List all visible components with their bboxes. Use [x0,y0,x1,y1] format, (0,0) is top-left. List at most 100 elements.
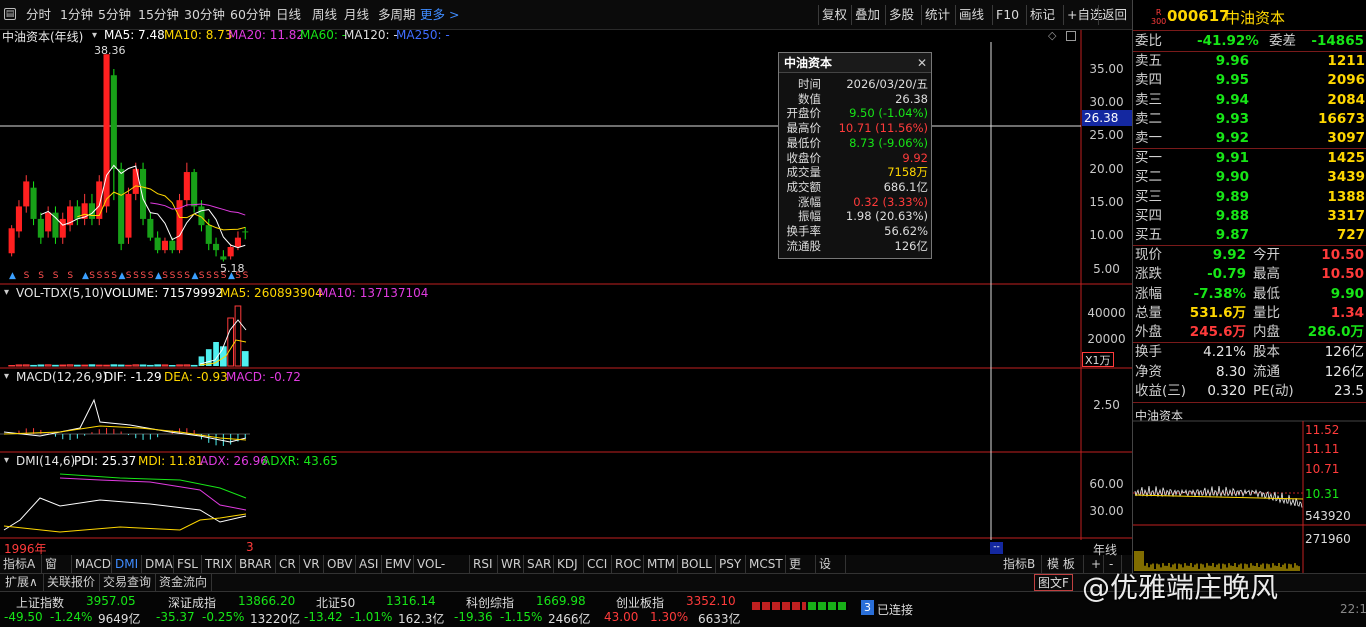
period-tab[interactable]: 15分钟 [138,6,179,24]
period-tab[interactable]: 月线 [344,6,369,24]
indicator-tab[interactable]: RSI [470,555,498,573]
orderbook-row[interactable]: 卖四 9.95 2096 [1133,71,1366,90]
orderbook-price: 9.96 [1215,53,1249,69]
toolbar-button[interactable]: 画线 [959,6,984,24]
indicator-right-tab[interactable]: 指标B [1000,555,1042,573]
period-tab[interactable]: 1分钟 [60,6,93,24]
indicator-tab[interactable]: KDJ [554,555,584,573]
axis-tick-label: 60.00 [1089,477,1124,491]
popup-row: 最低价 8.73 (-9.06%) [779,136,931,151]
popup-key: 最高价 [786,121,822,136]
square-icon[interactable] [1066,31,1076,41]
popup-row: 流通股 126亿 [779,239,931,254]
bottom-tab[interactable]: 扩展∧ [2,574,44,591]
indicator-tab[interactable]: ROC [612,555,644,573]
period-tab[interactable]: 60分钟 [230,6,271,24]
orderbook-row[interactable]: 买五 9.87 727 [1133,226,1366,245]
bottom-tab[interactable]: 资金流向 [156,574,212,591]
indicator-tab[interactable]: VR [300,555,324,573]
toolbar-button[interactable]: 标记 [1030,6,1055,24]
bottom-tab[interactable]: 交易查询 [100,574,156,591]
indicator-tab[interactable]: 指标A [0,555,42,573]
indicator-tab[interactable]: EMV [382,555,414,573]
indicator-tab[interactable]: 更多 [786,555,816,589]
indicator-tab[interactable]: OBV [324,555,356,573]
indicator-tab[interactable]: CR [276,555,300,573]
orderbook-row[interactable]: 卖二 9.93 16673 [1133,110,1366,129]
index-name[interactable]: 创业板指 [616,594,664,611]
indicator-tab[interactable]: DMA [142,555,174,573]
indicator-tab[interactable]: VOL-TDX [414,555,470,589]
stat-value: 0.320 [1207,383,1246,399]
bottom-tab[interactable]: 关联报价 [44,574,100,591]
period-tab[interactable]: 日线 [276,6,301,24]
orderbook-row[interactable]: 买一 9.91 1425 [1133,149,1366,168]
event-marker: S [38,271,44,281]
orderbook-row[interactable]: 卖五 9.96 1211 [1133,52,1366,71]
toolbar-button[interactable]: 多股 [889,6,914,24]
graphic-text-button[interactable]: 图文F [1034,574,1073,591]
popup-row: 收盘价 9.92 [779,151,931,166]
indicator-tab[interactable]: CCI [584,555,612,573]
period-tab[interactable]: 30分钟 [184,6,225,24]
orderbook-row[interactable]: 卖一 9.92 3097 [1133,129,1366,148]
period-tab[interactable]: 周线 [312,6,337,24]
indicator-tab[interactable]: ASI [356,555,382,573]
dmi-collapse-icon[interactable]: ▾ [4,455,9,466]
toolbar-button[interactable]: 统计 [925,6,950,24]
orderbook-row[interactable]: 买二 9.90 3439 [1133,168,1366,187]
period-label[interactable]: 年线 [1090,541,1130,559]
orderbook-row[interactable]: 卖三 9.94 2084 [1133,91,1366,110]
index-percent: -0.25% [202,610,245,624]
toolbar-button[interactable]: 返回 [1102,6,1127,24]
event-marker: S [184,271,190,281]
index-name[interactable]: 北证50 [316,594,355,611]
stat-value: 8.30 [1215,363,1246,380]
toolbar-button[interactable]: 叠加 [855,6,880,24]
popup-value: 1.98 (20.63%) [845,209,928,224]
index-name[interactable]: 深证成指 [168,594,216,611]
indicator-right-tab[interactable]: 模 板 [1044,555,1084,573]
pdi-line [3,497,247,531]
collapse-icon[interactable]: ▾ [92,30,97,41]
index-name[interactable]: 科创综指 [466,594,514,611]
index-name[interactable]: 上证指数 [16,594,64,611]
popup-value: 2026/03/20/五 [846,77,928,91]
indicator-tab[interactable]: FSL [174,555,202,573]
popup-row: 开盘价 9.50 (-1.04%) [779,106,931,121]
indicator-tab[interactable]: BOLL [678,555,716,573]
menu-icon[interactable]: ▤ [4,8,16,20]
indicator-tab[interactable]: 设置 [816,555,846,589]
orderbook-row[interactable]: 买四 9.88 3317 [1133,207,1366,226]
indicator-tab[interactable]: SAR [524,555,554,573]
popup-row: 成交量 7158万 [779,165,931,180]
axis-tick-label: 10.00 [1089,228,1124,242]
indicator-tab[interactable]: MCST [746,555,786,573]
indicator-tab[interactable]: DMI [112,555,142,573]
indicator-tab[interactable]: BRAR [236,555,276,573]
toolbar-separator [851,5,852,25]
close-icon[interactable]: ✕ [917,53,927,73]
volume-bar [66,364,74,367]
vol-collapse-icon[interactable]: ▾ [4,287,9,298]
mini-chart[interactable]: 中油资本 11.52 11.11 10.71 10.31 543920 271960 [1132,405,1366,573]
period-tab[interactable]: 5分钟 [98,6,131,24]
toolbar-button[interactable]: F10 [996,6,1019,24]
indicator-tab[interactable]: WR [498,555,524,573]
connection-status[interactable]: 已连接 [877,601,913,618]
indicator-tab[interactable]: MACD [72,555,112,573]
indicator-tab[interactable]: PSY [716,555,746,573]
stock-code: 000617 [1167,7,1230,25]
period-tab[interactable]: 更多 > [420,6,459,24]
toolbar-button[interactable]: 复权 [822,6,847,24]
diamond-icon[interactable]: ◇ [1048,29,1056,42]
indicator-tab[interactable]: TRIX [202,555,236,573]
indicator-tab[interactable]: MTM [644,555,678,573]
orderbook-price: 9.91 [1215,150,1249,166]
macd-collapse-icon[interactable]: ▾ [4,371,9,382]
stat-value: 23.5 [1333,383,1364,399]
period-tab[interactable]: 分时 [26,6,51,24]
indicator-tab[interactable]: 窗口 [42,555,72,589]
period-tab[interactable]: 多周期 [378,6,416,24]
orderbook-row[interactable]: 买三 9.89 1388 [1133,188,1366,207]
